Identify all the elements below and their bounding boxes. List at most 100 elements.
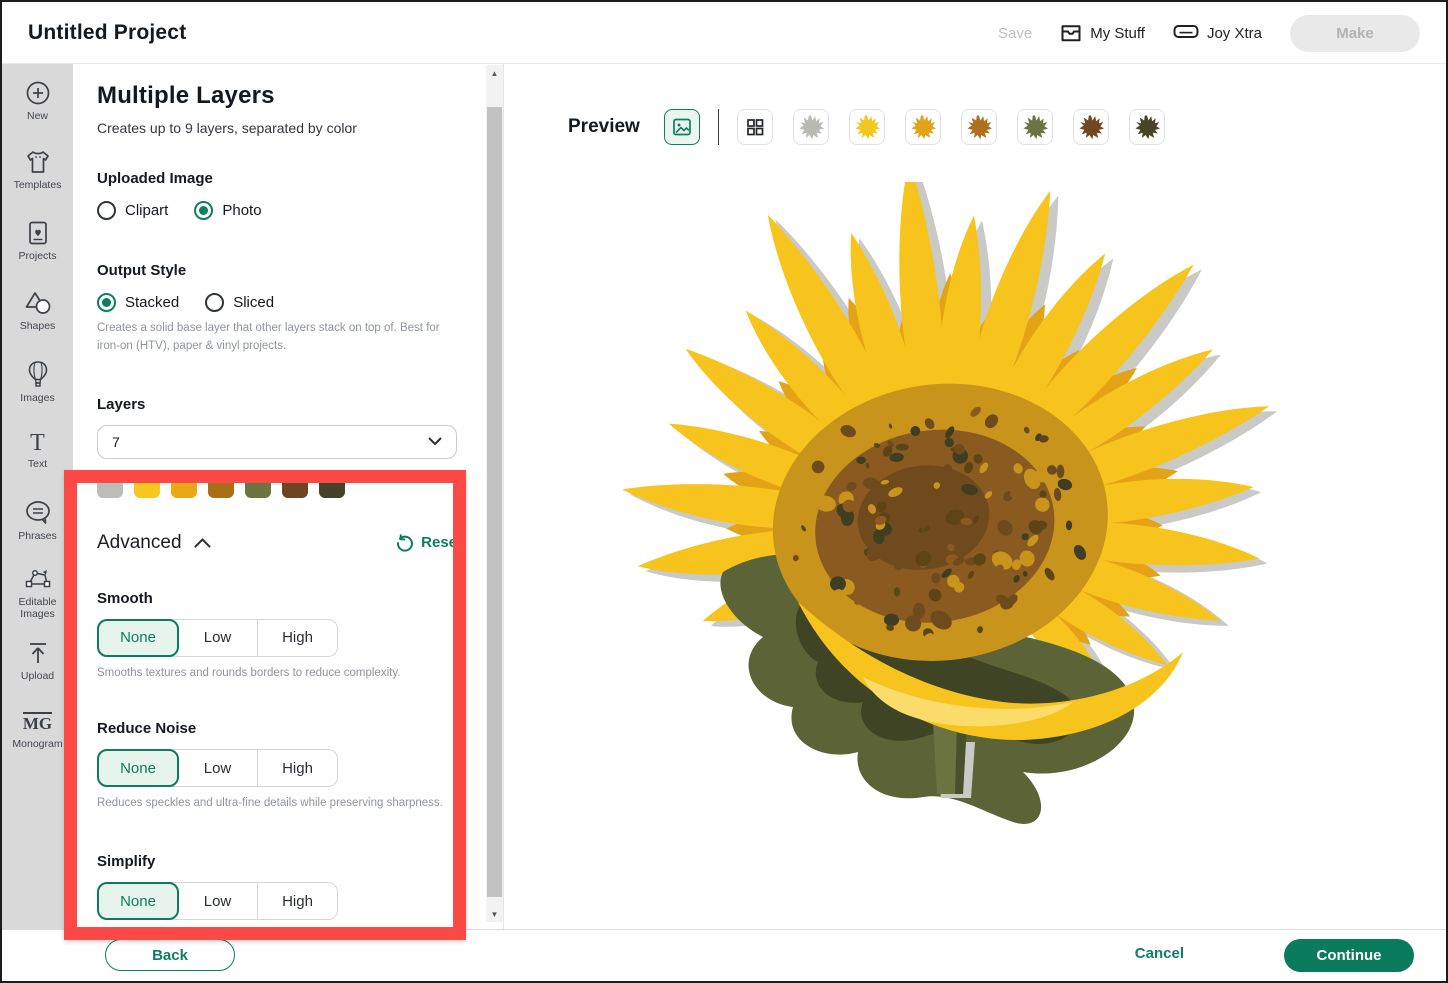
layer-thumb-5[interactable]	[1017, 109, 1053, 145]
panel-subtitle: Creates up to 9 layers, separated by col…	[97, 120, 462, 136]
text-icon: T	[30, 432, 45, 454]
output-style-options: Stacked Sliced	[97, 293, 462, 312]
smooth-low-button[interactable]: Low	[178, 620, 258, 656]
simplify-low-button[interactable]: Low	[178, 883, 258, 919]
layer-flower-icon	[1022, 114, 1048, 140]
simplify-label: Simplify	[97, 853, 462, 870]
machine-select-button[interactable]: Joy Xtra	[1173, 24, 1262, 42]
grid-icon	[745, 117, 765, 137]
layer-swatch	[97, 471, 123, 498]
icon-sidebar: New Templates Projects Shapes Images T T…	[2, 64, 73, 983]
layer-thumb-6[interactable]	[1073, 109, 1109, 145]
my-stuff-label: My Stuff	[1090, 25, 1145, 42]
sidebar-item-projects[interactable]: Projects	[2, 220, 73, 262]
layer-flower-icon	[910, 114, 936, 140]
radio-circle-icon	[97, 293, 116, 312]
scrollbar-thumb[interactable]	[487, 107, 502, 897]
advanced-toggle[interactable]: Advanced	[97, 532, 211, 554]
preview-area: Preview	[503, 64, 1448, 933]
reduce-noise-segmented-control: None Low High	[97, 749, 338, 787]
reduce-noise-high-button[interactable]: High	[258, 750, 337, 786]
vector-nodes-icon	[23, 566, 53, 592]
plus-circle-icon	[25, 80, 51, 106]
simplify-high-button[interactable]: High	[258, 883, 337, 919]
my-stuff-button[interactable]: My Stuff	[1060, 23, 1145, 43]
radio-photo[interactable]: Photo	[194, 201, 261, 220]
app-window: Untitled Project Save My Stuff Joy Xtra …	[0, 0, 1448, 983]
smooth-none-button[interactable]: None	[97, 619, 179, 657]
layer-swatch	[208, 471, 234, 498]
radio-sliced[interactable]: Sliced	[205, 293, 274, 312]
simplify-segmented-control: None Low High	[97, 882, 338, 920]
smooth-label: Smooth	[97, 590, 462, 607]
sidebar-item-phrases[interactable]: Phrases	[2, 500, 73, 542]
panel-title: Multiple Layers	[97, 82, 462, 110]
radio-circle-icon	[97, 201, 116, 220]
image-icon	[672, 117, 692, 137]
cancel-button[interactable]: Cancel	[1135, 945, 1184, 962]
top-bar-actions: Save My Stuff Joy Xtra Make	[998, 2, 1420, 64]
tshirt-icon	[24, 149, 52, 175]
layer-thumb-7[interactable]	[1129, 109, 1165, 145]
layer-flower-icon	[966, 114, 992, 140]
all-layers-grid-button[interactable]	[737, 109, 773, 145]
mail-tray-icon	[1060, 23, 1082, 43]
layer-swatch	[171, 471, 197, 498]
radio-circle-icon	[205, 293, 224, 312]
chevron-up-icon	[194, 538, 211, 548]
chevron-down-icon	[428, 437, 442, 446]
reduce-noise-none-button[interactable]: None	[97, 749, 179, 787]
scroll-down-arrow[interactable]: ▼	[486, 906, 503, 922]
sidebar-item-text[interactable]: T Text	[2, 432, 73, 470]
reduce-noise-description: Reduces speckles and ultra-fine details …	[97, 795, 462, 813]
sidebar-item-new[interactable]: New	[2, 80, 73, 122]
balloon-icon	[27, 360, 49, 388]
continue-button[interactable]: Continue	[1284, 939, 1414, 972]
output-style-label: Output Style	[97, 262, 462, 279]
simplify-none-button[interactable]: None	[97, 882, 179, 920]
scroll-up-arrow[interactable]: ▲	[486, 65, 503, 81]
top-bar: Untitled Project Save My Stuff Joy Xtra …	[2, 2, 1446, 64]
preview-image-toggle[interactable]	[664, 109, 700, 145]
layer-thumb-4[interactable]	[961, 109, 997, 145]
layer-swatch	[319, 471, 345, 498]
layer-thumbnails	[737, 109, 1165, 145]
layer-flower-icon	[854, 114, 880, 140]
radio-stacked[interactable]: Stacked	[97, 293, 179, 312]
sidebar-item-editable-images[interactable]: Editable Images	[2, 566, 73, 620]
multiple-layers-panel: Multiple Layers Creates up to 9 layers, …	[73, 64, 486, 933]
cutting-machine-icon	[1173, 24, 1199, 42]
uploaded-image-label: Uploaded Image	[97, 170, 462, 187]
sunflower-preview-image	[623, 182, 1323, 832]
layer-thumb-2[interactable]	[849, 109, 885, 145]
sidebar-item-monogram[interactable]: MG Monogram	[2, 712, 73, 750]
layers-count-dropdown[interactable]: 7	[97, 425, 457, 459]
smooth-high-button[interactable]: High	[258, 620, 337, 656]
layer-swatch	[245, 471, 271, 498]
layers-count-value: 7	[112, 434, 120, 450]
machine-label: Joy Xtra	[1207, 25, 1262, 42]
make-button[interactable]: Make	[1290, 15, 1420, 52]
smooth-description: Smooths textures and rounds borders to r…	[97, 665, 462, 683]
smooth-segmented-control: None Low High	[97, 619, 338, 657]
back-button[interactable]: Back	[105, 939, 235, 971]
divider	[718, 109, 719, 145]
sidebar-item-templates[interactable]: Templates	[2, 149, 73, 191]
sidebar-item-upload[interactable]: Upload	[2, 640, 73, 682]
bottom-bar: Back Cancel Continue	[2, 929, 1446, 981]
reduce-noise-label: Reduce Noise	[97, 720, 462, 737]
reset-button[interactable]: Reset	[396, 534, 462, 552]
save-button[interactable]: Save	[998, 25, 1032, 42]
sidebar-item-images[interactable]: Images	[2, 360, 73, 404]
project-card-icon	[26, 220, 50, 246]
layer-flower-icon	[1078, 114, 1104, 140]
sidebar-item-shapes[interactable]: Shapes	[2, 290, 73, 332]
radio-clipart[interactable]: Clipart	[97, 201, 168, 220]
layer-thumb-3[interactable]	[905, 109, 941, 145]
reduce-noise-low-button[interactable]: Low	[178, 750, 258, 786]
preview-label: Preview	[568, 116, 640, 138]
layer-swatch	[134, 471, 160, 498]
layer-thumb-1[interactable]	[793, 109, 829, 145]
layer-flower-icon	[798, 114, 824, 140]
panel-scrollbar: ▲ ▼	[486, 65, 503, 922]
